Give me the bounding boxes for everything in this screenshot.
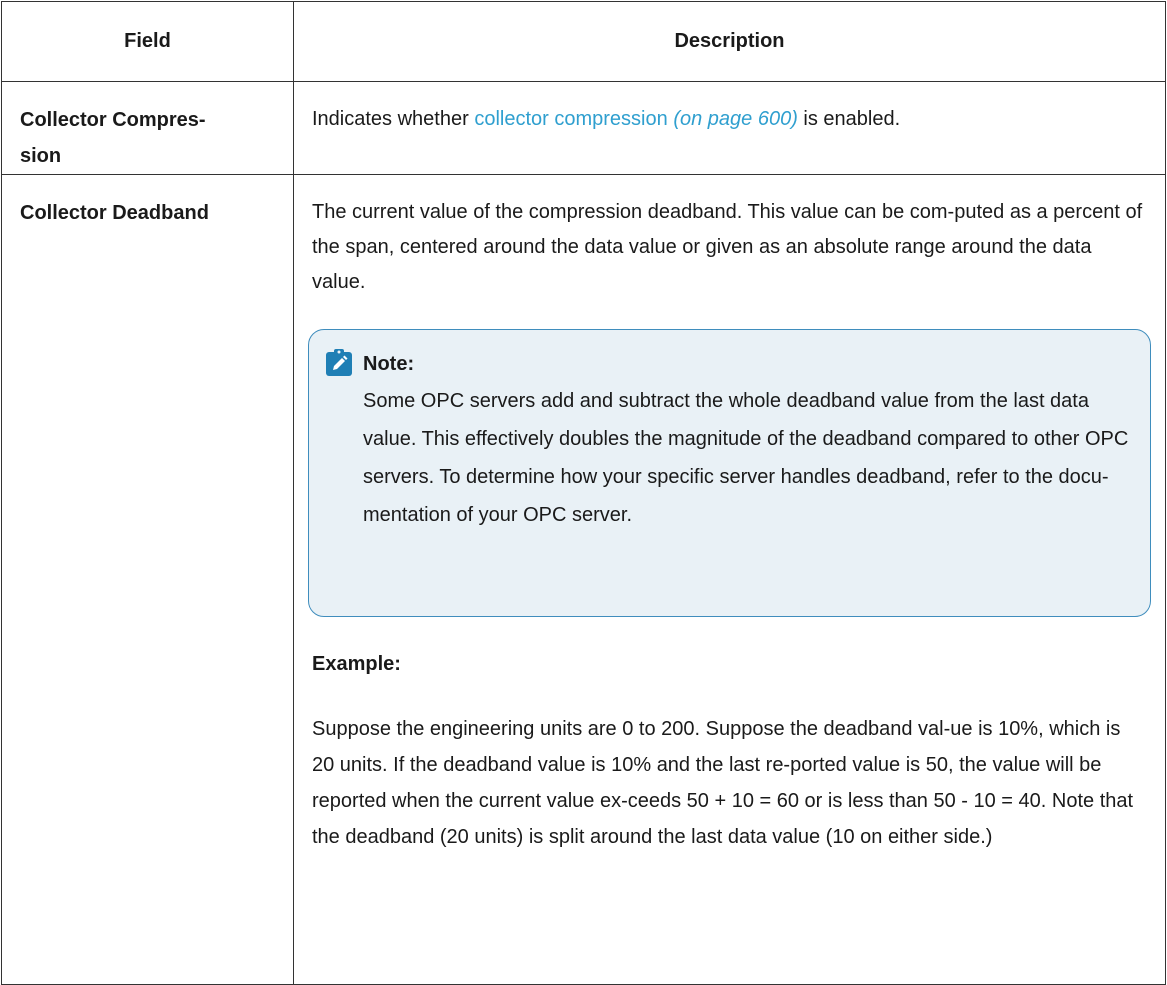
page-reference-link[interactable]: (on page 600) xyxy=(673,108,798,130)
description-collector-compression: Indicates whether collector compression … xyxy=(293,81,1166,175)
deadband-description: The current value of the compression dea… xyxy=(312,201,1143,293)
example-body: Suppose the engineering units are 0 to 2… xyxy=(312,718,1134,848)
field-label: Collector Compres-sion xyxy=(20,109,206,167)
fields-table: Field Description Collector Compres-sion… xyxy=(1,1,1166,985)
example-title: Example: xyxy=(312,653,401,675)
description-collector-deadband: The current value of the compression dea… xyxy=(293,174,1166,985)
field-collector-deadband: Collector Deadband xyxy=(1,174,294,985)
table-header-row: Field Description xyxy=(1,1,1166,82)
collector-compression-link[interactable]: collector compression xyxy=(474,108,667,130)
table-row: Collector Deadband The current value of … xyxy=(1,174,1166,985)
table-row: Collector Compres-sion Indicates whether… xyxy=(1,81,1166,175)
note-callout: Note: Some OPC servers add and subtract … xyxy=(308,329,1151,617)
note-title: Note: xyxy=(363,353,415,375)
header-field: Field xyxy=(1,1,294,82)
note-body: Some OPC servers add and subtract the wh… xyxy=(363,390,1129,526)
description-text-suffix: is enabled. xyxy=(797,108,901,130)
field-collector-compression: Collector Compres-sion xyxy=(1,81,294,175)
pencil-clipboard-icon xyxy=(326,349,352,376)
description-text-prefix: Indicates whether xyxy=(312,108,475,130)
header-description: Description xyxy=(293,1,1166,82)
